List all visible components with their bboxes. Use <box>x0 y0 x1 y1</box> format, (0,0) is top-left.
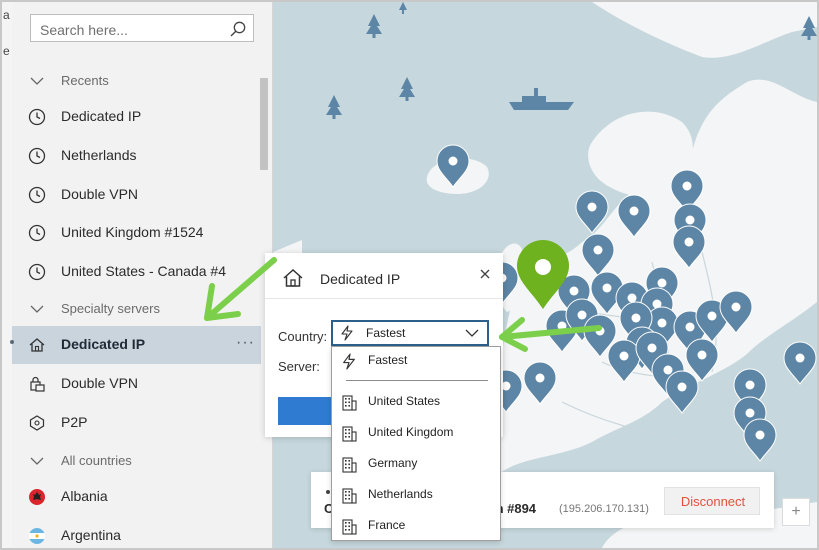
dropdown-option-united-states[interactable]: United States <box>332 388 500 416</box>
clock-icon <box>28 147 46 165</box>
zoom-in-button[interactable]: + <box>782 498 810 526</box>
clock-icon <box>28 263 46 281</box>
dropdown-option-france[interactable]: France <box>332 512 500 540</box>
specialty-item-label: Dedicated IP <box>61 336 146 352</box>
home-icon <box>283 268 303 287</box>
dropdown-option-label: United Kingdom <box>368 425 454 439</box>
albania-flag-icon <box>29 489 45 505</box>
app-window: a e Recents Dedicated IP Netherlands Dou… <box>0 0 819 550</box>
clock-icon <box>28 186 46 204</box>
argentina-flag-icon <box>29 528 45 544</box>
recent-item-dedicated-ip[interactable]: Dedicated IP <box>12 98 262 136</box>
bolt-icon <box>343 353 355 370</box>
home-icon <box>29 338 45 352</box>
selected-indicator <box>10 340 14 344</box>
chevron-down-icon <box>30 305 44 313</box>
country-select-value: Fastest <box>366 326 406 340</box>
connect-button[interactable] <box>278 397 338 425</box>
recent-item-label: Netherlands <box>61 147 137 163</box>
country-label: Country: <box>278 329 328 344</box>
dropdown-option-united-kingdom[interactable]: United Kingdom <box>332 419 500 447</box>
connected-ip: (195.206.170.131) <box>559 503 649 515</box>
dropdown-option-label: Netherlands <box>368 487 433 501</box>
search-box[interactable] <box>30 14 254 42</box>
more-options-icon[interactable]: ··· <box>236 334 255 352</box>
specialty-item-dedicated-ip[interactable]: Dedicated IP ··· <box>10 326 261 364</box>
sidebar: Recents Dedicated IP Netherlands Double … <box>10 2 273 548</box>
recent-item-label: Dedicated IP <box>61 108 142 124</box>
country-item-label: Argentina <box>61 527 121 543</box>
zoom-in-label: + <box>791 503 801 520</box>
p2p-icon <box>29 415 45 431</box>
bolt-icon <box>341 325 353 341</box>
status-dot <box>326 490 330 494</box>
server-label: Server: <box>278 359 320 374</box>
specialty-item-label: Double VPN <box>61 375 139 391</box>
building-icon <box>342 395 357 411</box>
building-icon <box>342 519 357 535</box>
section-label: Recents <box>61 73 109 88</box>
dropdown-divider <box>346 380 488 381</box>
recent-item-united-kingdom[interactable]: United Kingdom #1524 <box>12 214 262 252</box>
dropdown-option-label: Germany <box>368 456 418 470</box>
chevron-down-icon <box>30 77 44 85</box>
section-label: All countries <box>61 453 132 468</box>
chevron-down-icon <box>465 329 479 337</box>
recent-item-label: United Kingdom #1524 <box>61 224 204 240</box>
dropdown-option-fastest[interactable]: Fastest <box>332 347 500 375</box>
dropdown-option-label: United States <box>368 394 441 408</box>
chevron-down-icon <box>30 457 44 465</box>
recent-item-netherlands[interactable]: Netherlands <box>12 137 262 175</box>
edge-text: a <box>3 8 10 22</box>
popup-title: Dedicated IP <box>320 271 401 287</box>
double-lock-icon <box>30 376 45 392</box>
country-item-argentina[interactable]: Argentina <box>12 517 262 548</box>
dropdown-option-germany[interactable]: Germany <box>332 450 500 478</box>
clock-icon <box>28 108 46 126</box>
specialty-item-double-vpn[interactable]: Double VPN <box>12 365 262 403</box>
building-icon <box>342 488 357 504</box>
country-dropdown-list: Fastest United States United Kingdom Ger… <box>331 346 501 541</box>
search-icon[interactable] <box>229 20 247 38</box>
recent-item-us-canada[interactable]: United States - Canada #4 <box>12 253 262 291</box>
specialty-item-label: P2P <box>61 414 88 430</box>
clock-icon <box>28 224 46 242</box>
disconnect-label: Disconnect <box>680 494 746 509</box>
country-item-albania[interactable]: Albania <box>12 478 262 516</box>
popup-divider <box>265 298 503 299</box>
section-label: Specialty servers <box>61 301 160 316</box>
country-select[interactable]: Fastest <box>331 320 489 346</box>
close-icon[interactable] <box>479 268 491 280</box>
recent-item-double-vpn[interactable]: Double VPN <box>12 176 262 214</box>
dropdown-option-label: Fastest <box>368 353 408 367</box>
dropdown-option-label: France <box>368 518 406 532</box>
specialty-item-p2p[interactable]: P2P <box>12 404 262 442</box>
recent-item-label: Double VPN <box>61 186 139 202</box>
country-item-label: Albania <box>61 488 108 504</box>
search-input[interactable] <box>38 19 222 41</box>
disconnect-button[interactable]: Disconnect <box>664 487 760 515</box>
dropdown-option-netherlands[interactable]: Netherlands <box>332 481 500 509</box>
section-recents[interactable]: Recents <box>12 62 262 100</box>
recent-item-label: United States - Canada #4 <box>61 263 226 279</box>
building-icon <box>342 457 357 473</box>
section-all-countries[interactable]: All countries <box>12 442 262 480</box>
building-icon <box>342 426 357 442</box>
section-specialty-servers[interactable]: Specialty servers <box>12 290 262 328</box>
edge-text: e <box>3 44 10 58</box>
